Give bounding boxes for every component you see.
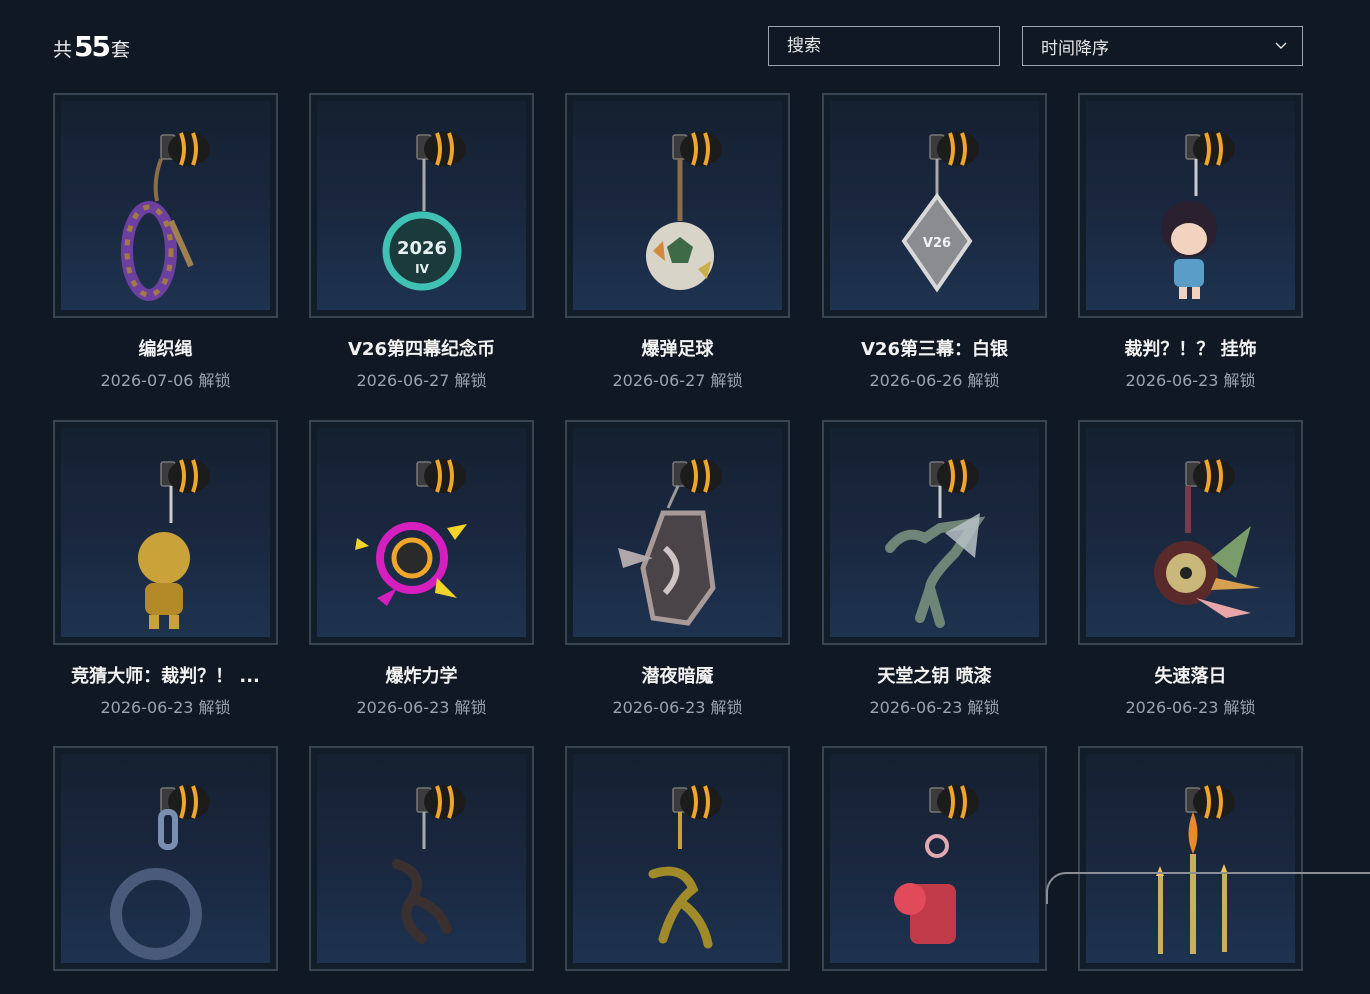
search-input[interactable]	[768, 26, 1000, 66]
soccer-ball-charm-icon	[646, 132, 722, 290]
charm-thumbnail[interactable]	[1078, 746, 1303, 971]
chevron-down-icon	[1275, 42, 1287, 49]
charm-name: 潜夜暗魇	[641, 666, 714, 687]
svg-text:V26: V26	[923, 236, 951, 251]
charm-thumbnail[interactable]	[565, 746, 790, 971]
charm-thumbnail[interactable]	[822, 420, 1047, 645]
sort-value: 时间降序	[1041, 38, 1109, 59]
charm-card[interactable]	[309, 746, 534, 994]
unlock-date: 2026-06-26 解锁	[869, 371, 1000, 390]
charm-name: V26第三幕：白银	[861, 339, 1008, 360]
gold-figure-charm-icon	[138, 459, 210, 629]
sort-select[interactable]: 时间降序	[1022, 26, 1303, 66]
dark-shield-charm-icon	[618, 459, 722, 626]
unlock-date: 2026-07-06 解锁	[100, 371, 231, 390]
gold-branch-charm-icon	[648, 785, 722, 949]
charm-card[interactable]: 裁判？！？ 挂饰 2026-06-23 解锁	[1078, 93, 1303, 391]
header: 共 55 套 时间降序	[0, 0, 1370, 80]
charm-name: 爆炸力学	[385, 666, 458, 687]
character-figure-charm-icon	[1161, 132, 1235, 299]
unlock-date: 2026-06-23 解锁	[1125, 698, 1256, 717]
pink-flower-charm-icon	[894, 785, 979, 944]
silver-badge-charm-icon: V26	[901, 132, 979, 293]
charm-name: V26第四幕纪念币	[348, 339, 495, 360]
unlock-date: 2026-06-23 解锁	[869, 698, 1000, 717]
svg-text:2026: 2026	[397, 238, 447, 259]
charm-thumbnail[interactable]	[309, 420, 534, 645]
charm-card[interactable]: 竞猜大师：裁判？！ ... 2026-06-23 解锁	[53, 420, 278, 718]
charm-card[interactable]	[822, 746, 1047, 994]
charm-card[interactable]: 编织绳 2026-07-06 解锁	[53, 93, 278, 391]
ring-charm-icon	[110, 785, 210, 960]
disc-wing-charm-icon	[1154, 459, 1261, 618]
charm-thumbnail[interactable]	[1078, 93, 1303, 318]
charm-card[interactable]	[1078, 746, 1303, 994]
charm-card[interactable]: 天堂之钥 喷漆 2026-06-23 解锁	[822, 420, 1047, 718]
pegasus-charm-icon	[885, 459, 986, 628]
charm-thumbnail[interactable]	[53, 420, 278, 645]
unlock-date: 2026-06-23 解锁	[356, 698, 487, 717]
branch-charm-icon	[392, 785, 466, 944]
charm-card[interactable]: 爆炸力学 2026-06-23 解锁	[309, 420, 534, 718]
charm-card[interactable]: 爆弹足球 2026-06-27 解锁	[565, 93, 790, 391]
count-prefix: 共	[53, 39, 73, 61]
charm-card[interactable]: 失速落日 2026-06-23 解锁	[1078, 420, 1303, 718]
unlock-date: 2026-06-23 解锁	[612, 698, 743, 717]
coin-charm-icon: 2026 IV	[382, 132, 466, 291]
charm-card[interactable]: V26 V26第三幕：白银 2026-06-26 解锁	[822, 93, 1047, 391]
unlock-date: 2026-06-27 解锁	[612, 371, 743, 390]
floating-panel-edge	[1046, 872, 1370, 904]
explosion-charm-icon	[355, 459, 467, 606]
charm-name: 天堂之钥 喷漆	[877, 666, 992, 687]
count-value: 55	[74, 30, 111, 63]
charm-thumbnail[interactable]: V26	[822, 93, 1047, 318]
charm-card[interactable]: 潜夜暗魇 2026-06-23 解锁	[565, 420, 790, 718]
total-count: 共 55 套	[53, 30, 130, 63]
charm-name: 失速落日	[1154, 666, 1227, 687]
count-suffix: 套	[110, 39, 130, 61]
braided-rope-charm-icon	[121, 132, 210, 301]
unlock-date: 2026-06-23 解锁	[1125, 371, 1256, 390]
charm-card[interactable]	[565, 746, 790, 994]
charm-thumbnail[interactable]	[309, 746, 534, 971]
charm-name: 爆弹足球	[641, 339, 714, 360]
charm-card[interactable]: 2026 IV V26第四幕纪念币 2026-06-27 解锁	[309, 93, 534, 391]
charm-thumbnail[interactable]	[53, 93, 278, 318]
charm-thumbnail[interactable]	[565, 420, 790, 645]
charm-card[interactable]	[53, 746, 278, 994]
charm-name: 竞猜大师：裁判？！ ...	[71, 666, 260, 687]
charm-thumbnail[interactable]	[53, 746, 278, 971]
charm-thumbnail[interactable]	[565, 93, 790, 318]
charm-thumbnail[interactable]	[1078, 420, 1303, 645]
charm-thumbnail[interactable]	[822, 746, 1047, 971]
unlock-date: 2026-06-23 解锁	[100, 698, 231, 717]
charm-thumbnail[interactable]: 2026 IV	[309, 93, 534, 318]
unlock-date: 2026-06-27 解锁	[356, 371, 487, 390]
svg-text:IV: IV	[415, 262, 429, 276]
charm-name: 裁判？！？ 挂饰	[1124, 339, 1257, 360]
candle-charm-icon	[1156, 785, 1235, 954]
charm-name: 编织绳	[138, 339, 193, 360]
